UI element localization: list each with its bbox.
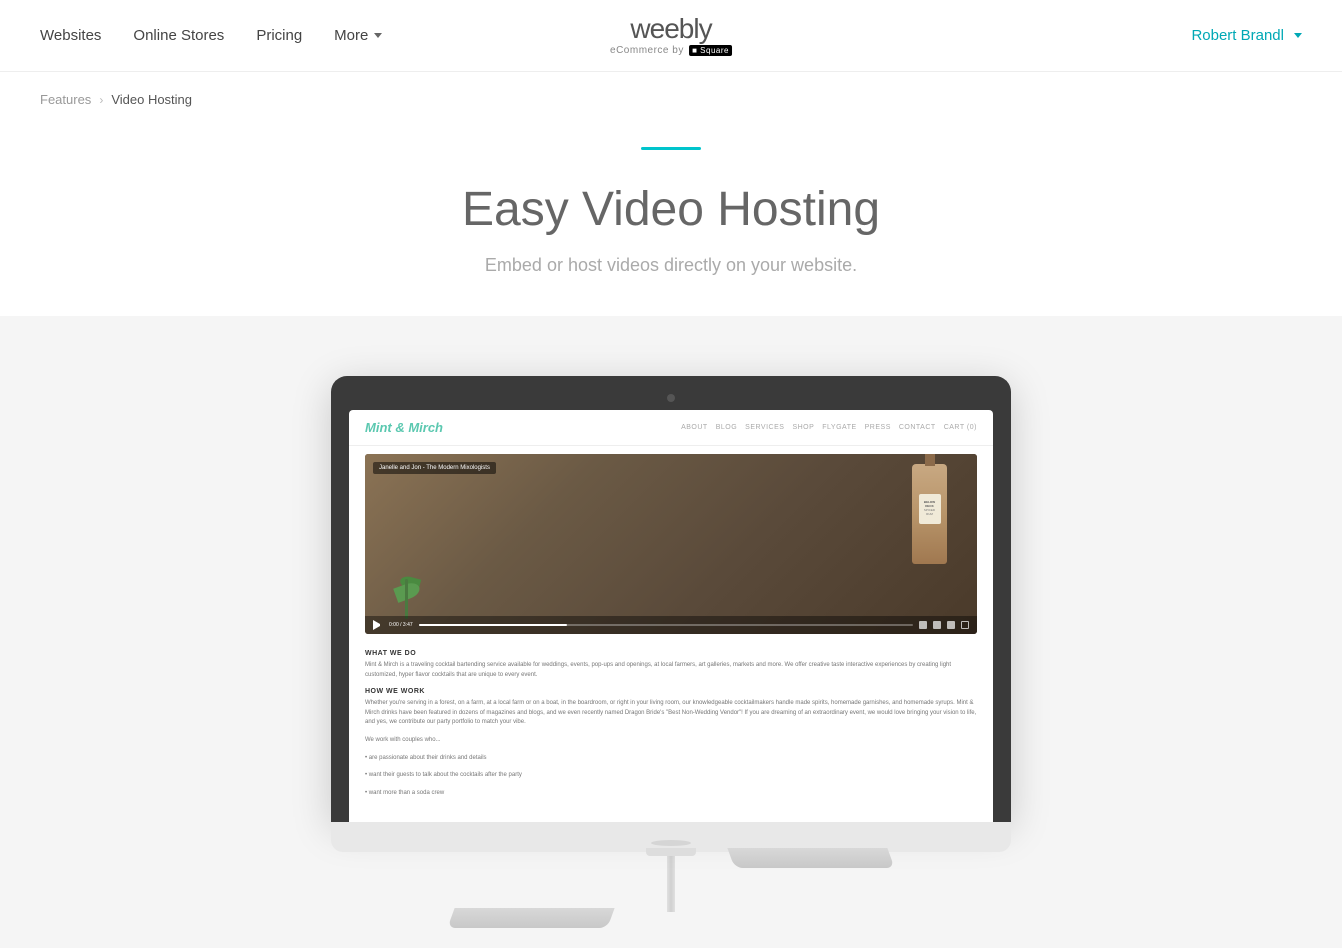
section-couples-text: We work with couples who... [365, 736, 977, 746]
more-chevron-icon [374, 33, 382, 38]
bullet-1: • are passionate about their drinks and … [365, 754, 977, 764]
site-navigation: ABOUT BLOG SERVICES SHOP FLYGATE PRESS C… [681, 424, 977, 431]
breadcrumb-parent[interactable]: Features [40, 92, 91, 107]
video-background: Janelle and Jon - The Modern Mixologists… [365, 454, 977, 634]
nav-right: Robert Brandl [1191, 27, 1302, 44]
volume-icon[interactable] [919, 621, 927, 629]
plant-stem [405, 579, 408, 619]
breadcrumb: Features › Video Hosting [0, 72, 1342, 127]
section-how-we-work-title: HOW WE WORK [365, 688, 977, 695]
site-nav-shop: SHOP [792, 424, 814, 431]
monitor-camera-dot [667, 394, 675, 402]
monitor-bottom-bezel [331, 822, 1011, 852]
site-nav-flygate: FLYGATE [822, 424, 856, 431]
monitor-screen: Mint & Mirch ABOUT BLOG SERVICES SHOP FL… [349, 410, 993, 822]
site-nav-contact: CONTACT [899, 424, 936, 431]
progress-bar[interactable] [419, 624, 913, 626]
site-body: WHAT WE DO Mint & Mirch is a traveling c… [349, 642, 993, 822]
hero-section: Easy Video Hosting Embed or host videos … [0, 127, 1342, 316]
logo-subtitle: eCommerce by ■ Square [610, 45, 732, 56]
fullscreen-icon[interactable] [961, 621, 969, 629]
section-how-we-work-text: Whether you're serving in a forest, on a… [365, 699, 977, 728]
stand-foot-left [447, 908, 614, 928]
hero-title: Easy Video Hosting [40, 182, 1302, 237]
plant-decoration [385, 559, 435, 619]
monitor-frame: Mint & Mirch ABOUT BLOG SERVICES SHOP FL… [331, 376, 1011, 822]
site-nav-press: PRESS [865, 424, 891, 431]
bullet-3: • want more than a soda crew [365, 789, 977, 799]
bottle-prop: BELOW DECK SPICED RUM [912, 464, 947, 564]
nav-online-stores[interactable]: Online Stores [133, 27, 224, 44]
site-nav-services: SERVICES [745, 424, 784, 431]
play-button[interactable] [373, 620, 383, 630]
bottle-label: BELOW DECK SPICED RUM [919, 494, 941, 524]
bullet-2: • want their guests to talk about the co… [365, 771, 977, 781]
square-badge: ■ Square [689, 45, 732, 56]
share-icon[interactable] [947, 621, 955, 629]
progress-fill [419, 624, 567, 626]
section-what-we-do-text: Mint & Mirch is a traveling cocktail bar… [365, 661, 977, 680]
hero-accent-line [641, 147, 701, 150]
monitor-section: Mint & Mirch ABOUT BLOG SERVICES SHOP FL… [0, 316, 1342, 822]
settings-icon[interactable] [933, 621, 941, 629]
user-chevron-icon [1294, 33, 1302, 38]
logo-wordmark: weebly [610, 15, 732, 43]
monitor-base [511, 910, 831, 928]
stand-foot-right [727, 848, 894, 868]
breadcrumb-separator: › [99, 93, 103, 107]
site-header: Mint & Mirch ABOUT BLOG SERVICES SHOP FL… [349, 410, 993, 446]
monitor-stand [0, 822, 1342, 948]
nav-more-dropdown[interactable]: More [334, 27, 382, 44]
video-title-overlay: Janelle and Jon - The Modern Mixologists [373, 462, 496, 474]
site-logo[interactable]: weebly eCommerce by ■ Square [610, 15, 732, 56]
breadcrumb-current: Video Hosting [111, 92, 192, 107]
site-nav-cart: CART (0) [944, 424, 977, 431]
stand-wrapper [331, 822, 1011, 928]
site-nav-blog: BLOG [716, 424, 737, 431]
site-logo-text: Mint & Mirch [365, 420, 443, 435]
nav-pricing[interactable]: Pricing [256, 27, 302, 44]
nav-left: Websites Online Stores Pricing More [40, 27, 382, 44]
navbar: Websites Online Stores Pricing More weeb… [0, 0, 1342, 72]
monitor-neck [667, 852, 675, 912]
section-what-we-do-title: WHAT WE DO [365, 650, 977, 657]
video-player[interactable]: Janelle and Jon - The Modern Mixologists… [365, 454, 977, 634]
site-nav-about: ABOUT [681, 424, 708, 431]
video-controls[interactable]: 0:00 / 3:47 [365, 616, 977, 634]
user-menu[interactable]: Robert Brandl [1191, 27, 1284, 44]
hero-subtitle: Embed or host videos directly on your we… [40, 255, 1302, 276]
nav-websites[interactable]: Websites [40, 27, 101, 44]
